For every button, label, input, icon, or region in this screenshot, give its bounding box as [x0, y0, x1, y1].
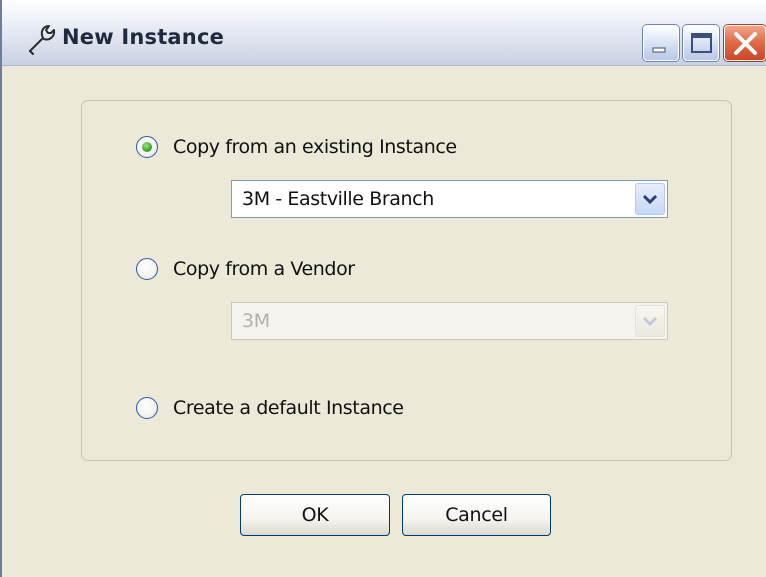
create-default-label: Create a default Instance [173, 397, 404, 419]
vendor-dropdown-button [635, 305, 665, 337]
close-icon [734, 32, 757, 55]
option-create-default[interactable]: Create a default Instance [136, 394, 404, 422]
dropdown-button[interactable] [635, 183, 665, 215]
radio-create-default[interactable] [136, 397, 158, 419]
radio-copy-existing[interactable] [136, 136, 158, 158]
wrench-icon [24, 22, 58, 56]
ok-button[interactable]: OK [240, 494, 390, 536]
vendor-select: 3M [231, 302, 668, 340]
option-copy-vendor[interactable]: Copy from a Vendor [136, 255, 355, 283]
minimize-button[interactable] [643, 25, 679, 61]
copy-existing-label: Copy from an existing Instance [173, 136, 457, 158]
radio-copy-vendor[interactable] [136, 258, 158, 280]
close-button[interactable] [724, 25, 766, 61]
existing-instance-select[interactable]: 3M - Eastville Branch [231, 180, 668, 218]
vendor-value: 3M [242, 310, 270, 332]
maximize-button[interactable] [683, 25, 719, 61]
window-title: New Instance [62, 25, 225, 49]
minimize-icon [652, 47, 666, 53]
existing-instance-value: 3M - Eastville Branch [242, 188, 434, 210]
option-copy-existing[interactable]: Copy from an existing Instance [136, 133, 457, 161]
maximize-icon [691, 33, 712, 53]
cancel-button[interactable]: Cancel [402, 494, 551, 536]
chevron-down-icon [642, 194, 658, 205]
dialog-window: New Instance Copy from an existing Insta… [0, 0, 766, 577]
copy-vendor-label: Copy from a Vendor [173, 258, 355, 280]
title-bar[interactable]: New Instance [2, 0, 766, 66]
chevron-down-icon [642, 316, 658, 327]
